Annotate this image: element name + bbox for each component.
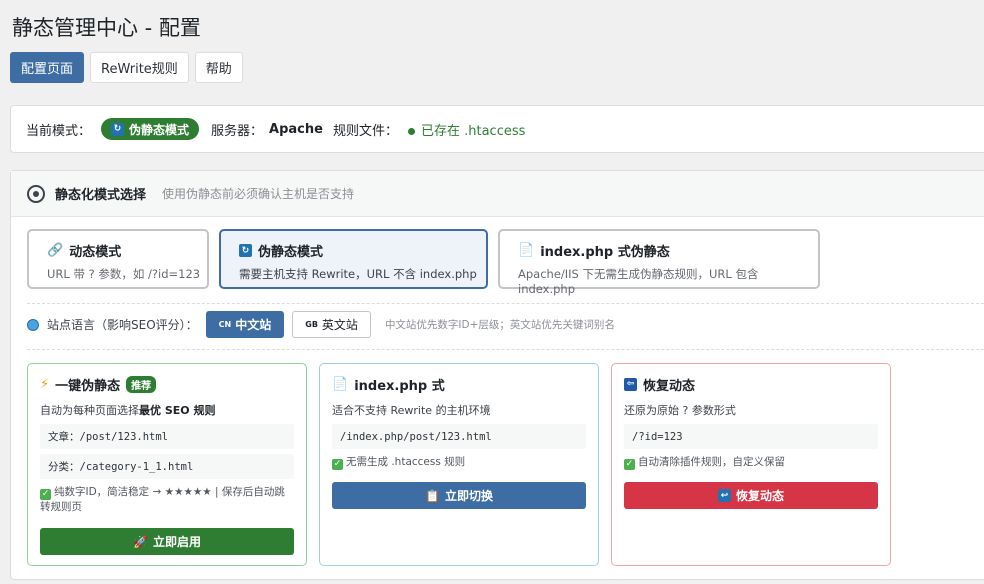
language-hint: 中文站优先数字ID+层级；英文站优先关键词别名 — [384, 319, 615, 331]
mode-label: 当前模式： — [26, 123, 92, 139]
file-icon: 📄 — [518, 243, 535, 258]
index-php-title: index.php 式 — [354, 378, 445, 394]
mode-dynamic-desc: URL 带 ? 参数，如 /?id=123 — [47, 267, 201, 281]
mode-pseudo-title: 伪静态模式 — [258, 245, 324, 260]
mode-badge: ↻ 伪静态模式 — [101, 118, 200, 140]
check-icon: ✓ — [624, 459, 635, 470]
mode-index-desc: Apache/IIS 下无需生成伪静态规则，URL 包含 index.php — [518, 267, 759, 296]
switch-button-label: 立即切换 — [444, 489, 493, 503]
cn-flag-icon: CN — [218, 320, 232, 329]
mode-dynamic-title: 动态模式 — [69, 245, 122, 260]
code-example-dynamic: /?id=123 — [624, 424, 878, 449]
recommend-badge: 推荐 — [126, 375, 157, 393]
switch-button[interactable]: 📋 立即切换 — [332, 482, 586, 509]
lang-cn-label: 中文站 — [235, 318, 272, 332]
check-icon: ✓ — [40, 489, 51, 500]
lang-en-label: 英文站 — [321, 318, 358, 332]
refresh-icon: ↻ — [239, 244, 252, 257]
panel-header: 静态化模式选择 使用伪静态前必须确认主机是否支持 — [11, 171, 984, 217]
lightning-icon: ⚡ — [40, 376, 50, 392]
mode-index-title: index.php 式伪静态 — [540, 245, 670, 260]
divider — [27, 303, 984, 304]
mode-pseudo-static[interactable]: ↻ 伪静态模式 需要主机支持 Rewrite，URL 不含 index.php — [219, 229, 488, 289]
rules-file-status: 已存在 .htaccess — [407, 120, 526, 139]
mode-dynamic[interactable]: 🔗 动态模式 URL 带 ? 参数，如 /?id=123 — [27, 229, 209, 289]
restore-note: ✓ 自动清除插件规则，自定义保留 — [624, 456, 785, 470]
panel-subtitle: 使用伪静态前必须确认主机是否支持 — [162, 187, 355, 201]
one-click-title: 一键伪静态 — [55, 378, 121, 394]
tab-config[interactable]: 配置页面 — [10, 52, 85, 83]
one-click-card: ⚡ 一键伪静态 推荐 自动为每种页面选择最优 SEO 规则 文章：/post/1… — [27, 363, 307, 566]
rocket-icon: 🚀 — [133, 534, 148, 549]
mode-pseudo-desc: 需要主机支持 Rewrite，URL 不含 index.php — [239, 267, 477, 281]
lang-en-button[interactable]: GB 英文站 — [292, 311, 371, 338]
code-example-category: 分类：/category-1_1.html — [40, 454, 294, 479]
restore-title: 恢复动态 — [643, 378, 696, 394]
divider — [27, 349, 984, 350]
tab-help[interactable]: 帮助 — [194, 52, 243, 83]
file-icon: 📄 — [332, 376, 349, 392]
page-title: 静态管理中心 - 配置 — [12, 16, 201, 40]
back-icon: ⇦ — [624, 377, 637, 391]
code-example-index: /index.php/post/123.html — [332, 424, 586, 449]
one-click-desc: 自动为每种页面选择最优 SEO 规则 — [40, 404, 216, 417]
restore-button-label: 恢复动态 — [735, 489, 784, 503]
mode-options: 🔗 动态模式 URL 带 ? 参数，如 /?id=123 ↻ 伪静态模式 需要主机支… — [27, 229, 820, 296]
restore-card: ⇦ 恢复动态 还原为原始 ? 参数形式 /?id=123 ✓ 自动清除插件规则，自… — [611, 363, 891, 566]
status-dot-icon — [407, 127, 415, 135]
enable-button-label: 立即启用 — [152, 535, 201, 549]
language-label: 站点语言（影响SEO评分）： — [47, 318, 198, 332]
globe-icon — [27, 318, 39, 331]
link-icon: 🔗 — [47, 243, 64, 258]
panel-title: 静态化模式选择 — [55, 188, 147, 203]
language-row: 站点语言（影响SEO评分）： CN 中文站 GB 英文站 中文站优先数字ID+层… — [27, 311, 615, 338]
gear-icon — [27, 184, 45, 203]
index-php-card: 📄 index.php 式 适合不支持 Rewrite 的主机环境 /index… — [319, 363, 599, 566]
rules-file-value: 已存在 .htaccess — [420, 123, 526, 139]
return-icon: ↩ — [717, 489, 731, 502]
tab-bar: 配置页面 ReWrite规则 帮助 — [10, 52, 243, 83]
mode-index-php[interactable]: 📄 index.php 式伪静态 Apache/IIS 下无需生成伪静态规则，UR… — [498, 229, 820, 296]
index-php-note: ✓ 无需生成 .htaccess 规则 — [332, 456, 466, 470]
tab-rewrite-rules[interactable]: ReWrite规则 — [90, 52, 189, 83]
mode-badge-text: 伪静态模式 — [129, 122, 190, 137]
rules-file-label: 规则文件： — [332, 123, 398, 139]
clipboard-icon: 📋 — [425, 488, 440, 503]
restore-button[interactable]: ↩ 恢复动态 — [624, 482, 878, 509]
one-click-note: ✓ 纯数字ID，简洁稳定 → ★★★★★ | 保存后自动跳转规则页 — [40, 486, 285, 513]
index-php-desc: 适合不支持 Rewrite 的主机环境 — [332, 404, 491, 417]
gb-flag-icon: GB — [305, 320, 318, 329]
server-value: Apache — [269, 121, 323, 137]
enable-button[interactable]: 🚀 立即启用 — [40, 528, 294, 555]
restore-desc: 还原为原始 ? 参数形式 — [624, 404, 736, 417]
server-label: 服务器： — [211, 123, 264, 139]
check-icon: ✓ — [332, 459, 343, 470]
mode-selection-panel: 静态化模式选择 使用伪静态前必须确认主机是否支持 🔗 动态模式 URL 带 ? 参… — [10, 170, 984, 580]
code-example-post: 文章：/post/123.html — [40, 424, 294, 449]
refresh-icon: ↻ — [111, 122, 125, 136]
status-bar: 当前模式： ↻ 伪静态模式 服务器： Apache 规则文件： 已存在 .hta… — [10, 105, 984, 153]
lang-cn-button[interactable]: CN 中文站 — [205, 311, 285, 338]
